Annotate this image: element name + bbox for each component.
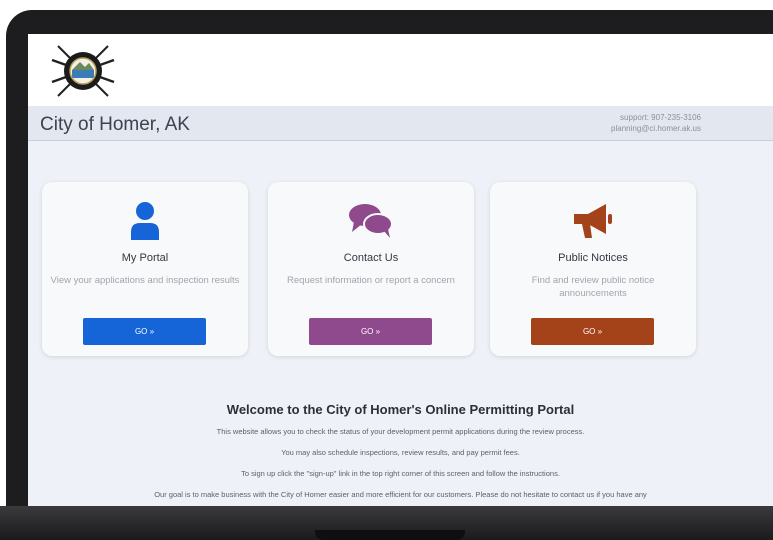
contact-info: support: 907-235-3106 planning@ci.homer.… (611, 112, 701, 134)
browser-screen: City of Homer, AK support: 907-235-3106 … (28, 34, 773, 506)
go-button-public-notices[interactable]: GO » (531, 318, 654, 345)
megaphone-icon (490, 200, 696, 242)
go-button-my-portal[interactable]: GO » (83, 318, 206, 345)
card-description: View your applications and inspection re… (50, 275, 240, 286)
welcome-line: To sign up click the "sign-up" link in t… (241, 469, 560, 478)
laptop-notch (315, 530, 465, 540)
card-title: Public Notices (558, 252, 628, 264)
card-title: Contact Us (343, 252, 399, 264)
support-phone[interactable]: support: 907-235-3106 (611, 112, 701, 123)
welcome-line: You may also schedule inspections, revie… (281, 448, 520, 457)
card-description: Request information or report a concern (287, 275, 455, 286)
go-button-contact-us[interactable]: GO » (309, 318, 432, 345)
card-contact-us: Contact Us Request information or report… (268, 182, 474, 356)
site-header: City of Homer, AK support: 907-235-3106 … (28, 106, 773, 141)
card-description: Find and review public notice announceme… (531, 275, 655, 299)
support-email[interactable]: planning@ci.homer.ak.us (611, 123, 701, 134)
chat-bubbles-icon (268, 200, 474, 242)
card-title: My Portal (121, 252, 169, 264)
card-my-portal: My Portal View your applications and ins… (42, 182, 248, 356)
card-public-notices: Public Notices Find and review public no… (490, 182, 696, 356)
welcome-title: Welcome to the City of Homer's Online Pe… (226, 402, 575, 417)
logo-band (28, 34, 773, 106)
person-icon (42, 200, 248, 242)
welcome-line: This website allows you to check the sta… (216, 427, 585, 436)
welcome-line: Our goal is to make business with the Ci… (154, 490, 647, 499)
city-title: City of Homer, AK (40, 114, 190, 135)
city-seal-logo (51, 45, 115, 97)
